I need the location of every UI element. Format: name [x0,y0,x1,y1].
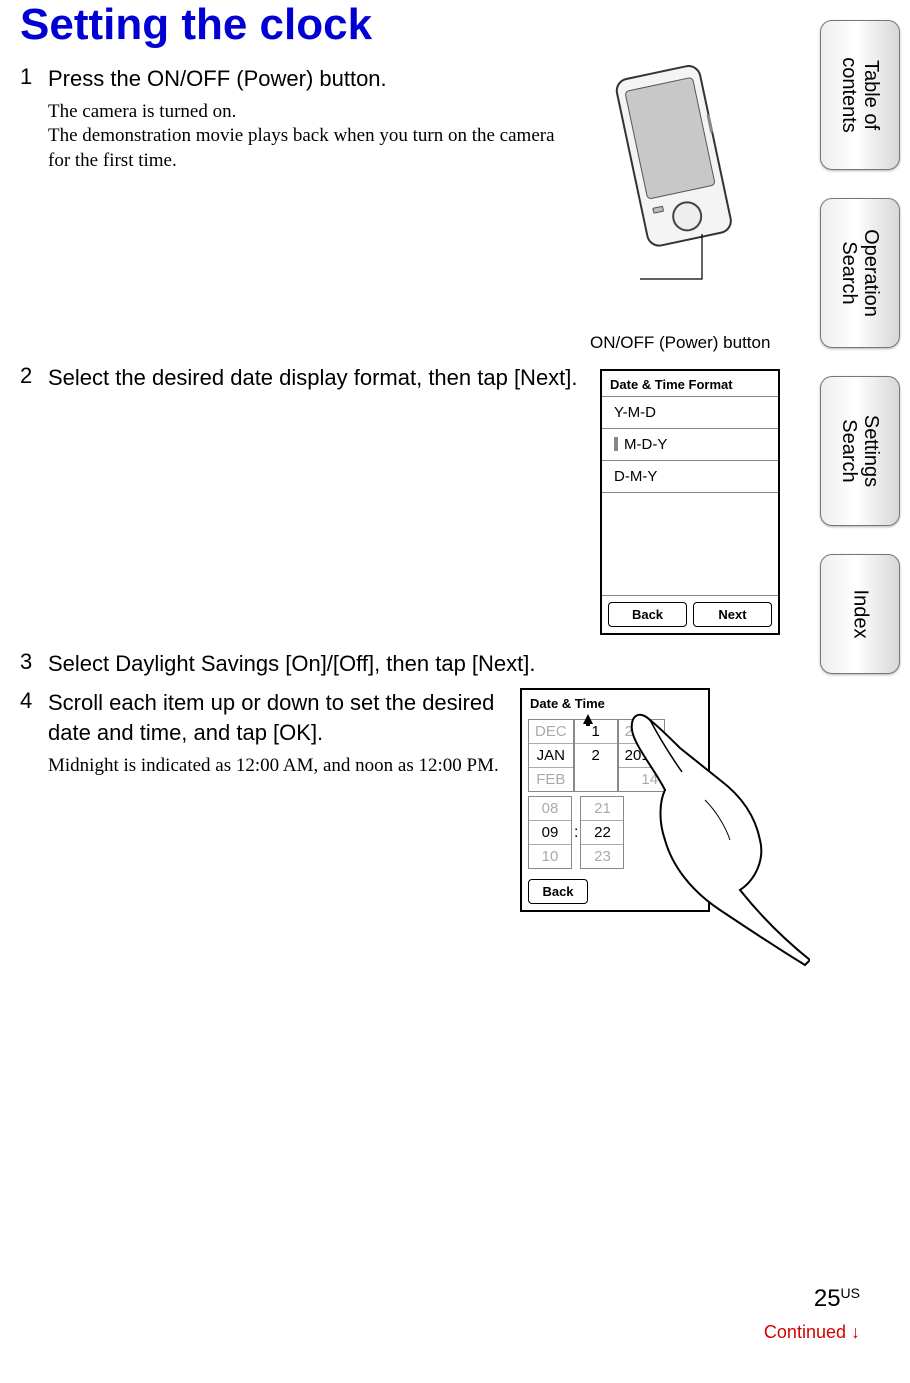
year-prev: 2012 [619,720,664,743]
date-time-screen: Date & Time DEC JAN FEB 1 2 [520,688,710,912]
month-roller[interactable]: DEC JAN FEB [528,719,574,792]
step-4-desc: Midnight is indicated as 12:00 AM, and n… [48,754,500,779]
date-rollers[interactable]: DEC JAN FEB 1 2 2012 2013 [528,719,702,792]
min-prev: 21 [581,797,623,820]
up-arrow-icon [583,714,593,726]
year-roller[interactable]: 2012 2013 14 [618,719,665,792]
month-cur: JAN [529,743,573,768]
next-button[interactable]: Next [693,602,772,627]
step-2-title: Select the desired date display format, … [48,363,580,393]
step-4-number: 4 [20,688,38,778]
continued-indicator: Continued ↓ [764,1322,860,1343]
hour-cur: 09 [529,820,571,845]
hour-roller[interactable]: 08 09 10 [528,796,572,869]
day-2: 2 [575,744,617,767]
screen1-header: Date & Time Format [602,371,778,396]
page-suffix: US [841,1285,860,1301]
hour-next: 10 [529,845,571,868]
step-3-title: Select Daylight Savings [On]/[Off], then… [48,649,780,679]
minute-roller[interactable]: 21 22 23 [580,796,624,869]
camera-caption: ON/OFF (Power) button [590,333,780,353]
step-1-desc-b: The demonstration movie plays back when … [48,124,570,173]
time-rollers[interactable]: 08 09 10 : 21 22 23 [528,796,702,869]
month-next: FEB [529,768,573,791]
day-1: 1 [575,720,617,744]
format-option-mdy[interactable]: M-D-Y [602,428,778,460]
min-next: 23 [581,845,623,868]
min-cur: 22 [581,820,623,845]
format-option-mdy-label: M-D-Y [624,436,667,453]
format-option-dmy[interactable]: D-M-Y [602,460,778,493]
step-2-number: 2 [20,363,38,393]
step-1-desc-a: The camera is turned on. [48,100,570,125]
step-3-number: 3 [20,649,38,679]
step-4-title: Scroll each item up or down to set the d… [48,688,500,747]
year-cur: 2013 [619,743,664,768]
format-option-ymd[interactable]: Y-M-D [602,396,778,428]
time-colon: : [572,796,580,869]
page-title: Setting the clock [20,0,780,50]
camera-illustration [590,64,750,324]
hour-prev: 08 [529,797,571,820]
screen2-header: Date & Time [522,690,708,713]
step-1-title: Press the ON/OFF (Power) button. [48,64,570,94]
format-option-ymd-label: Y-M-D [614,404,656,421]
month-prev: DEC [529,720,573,743]
page-number: 25US [814,1285,860,1313]
step-1-number: 1 [20,64,38,174]
format-option-dmy-label: D-M-Y [614,468,657,485]
day-roller[interactable]: 1 2 [574,719,618,792]
back-button[interactable]: Back [608,602,687,627]
year-next: 14 [619,768,664,791]
date-format-screen: Date & Time Format Y-M-D M-D-Y D-M-Y Bac… [600,369,780,635]
back-button-2[interactable]: Back [528,879,588,904]
